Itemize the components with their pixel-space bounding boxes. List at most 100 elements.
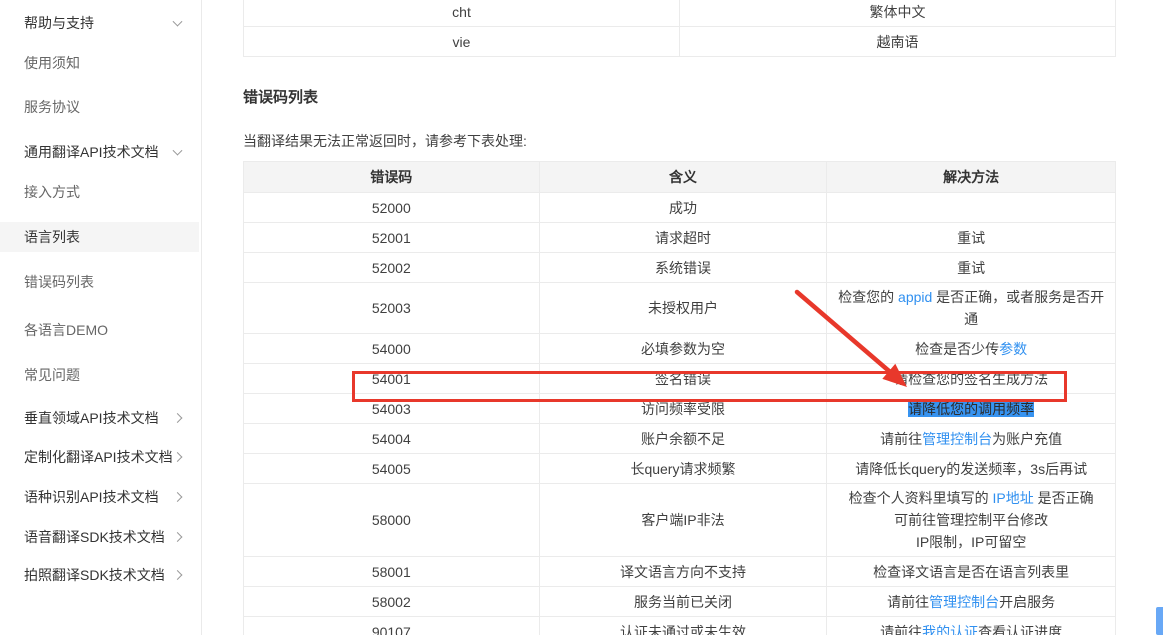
cell-meaning: 未授权用户 — [539, 283, 827, 334]
text: 请前往 — [880, 431, 922, 447]
chevron-right-icon — [173, 532, 183, 542]
error-table-header: 错误码含义解决方法 — [244, 162, 1116, 193]
text: 为账户充值 — [992, 431, 1062, 447]
sidebar: 帮助与支持使用须知服务协议通用翻译API技术文档接入方式语言列表错误码列表各语言… — [0, 0, 202, 635]
chevron-right-icon — [173, 570, 183, 580]
sidebar-item-6[interactable]: 错误码列表 — [0, 267, 199, 297]
error-table: 错误码含义解决方法 52000成功52001请求超时重试52002系统错误重试5… — [243, 161, 1116, 635]
inline-link[interactable]: 我的认证 — [922, 624, 978, 635]
sidebar-item-7[interactable]: 各语言DEMO — [0, 315, 199, 345]
text: 重试 — [957, 260, 985, 276]
table-row: 58001译文语言方向不支持检查译文语言是否在语言列表里 — [244, 557, 1116, 587]
cell-error-code: 52003 — [244, 283, 540, 334]
page: 帮助与支持使用须知服务协议通用翻译API技术文档接入方式语言列表错误码列表各语言… — [0, 0, 1163, 635]
text: 可前往管理控制平台修改 — [894, 512, 1048, 528]
table-row: 54000必填参数为空检查是否少传参数 — [244, 334, 1116, 364]
cell-meaning: 长query请求频繁 — [539, 454, 827, 484]
cell-solution: 重试 — [827, 223, 1116, 253]
cell-solution: 请前往我的认证查看认证进度 — [827, 617, 1116, 635]
sidebar-item-label: 常见问题 — [24, 367, 80, 383]
table-row: 52001请求超时 重试 — [244, 223, 1116, 253]
text: IP限制，IP可留空 — [916, 534, 1026, 550]
cell-solution: 检查个人资料里填写的 IP地址 是否正确可前往管理控制平台修改IP限制，IP可留… — [827, 484, 1116, 557]
cell: 繁体中文 — [680, 0, 1116, 27]
sidebar-item-3[interactable]: 通用翻译API技术文档 — [0, 137, 199, 167]
cell-solution: 重试 — [827, 253, 1116, 283]
cell-meaning: 账户余额不足 — [539, 424, 827, 454]
inline-link[interactable]: 管理控制台 — [929, 594, 999, 610]
text: 请降低长query的发送频率，3s后再试 — [855, 461, 1087, 477]
cell-meaning: 认证未通过或未生效 — [539, 617, 827, 635]
sidebar-item-2[interactable]: 服务协议 — [0, 92, 199, 122]
table-row-highlighted: 54003访问频率受限 请降低您的调用频率 — [244, 394, 1116, 424]
inline-link[interactable]: 管理控制台 — [922, 431, 992, 447]
sidebar-item-label: 定制化翻译API技术文档 — [24, 449, 173, 465]
text: 开启服务 — [999, 594, 1055, 610]
cell-error-code: 54003 — [244, 394, 540, 424]
cell-meaning: 请求超时 — [539, 223, 827, 253]
inline-link[interactable]: IP地址 — [993, 490, 1034, 506]
chevron-right-icon — [173, 413, 183, 423]
sidebar-item-4[interactable]: 接入方式 — [0, 177, 199, 207]
sidebar-item-11[interactable]: 语种识别API技术文档 — [0, 482, 199, 512]
section-title: 错误码列表 — [243, 86, 318, 107]
text: 是否正确 — [1034, 490, 1094, 506]
cell-error-code: 52000 — [244, 193, 540, 223]
text: 请检查您的签名生成方法 — [894, 371, 1048, 387]
sidebar-item-0[interactable]: 帮助与支持 — [0, 8, 199, 38]
cell-solution: 检查是否少传参数 — [827, 334, 1116, 364]
cell-error-code: 54000 — [244, 334, 540, 364]
text: 是否正确，或者服务是否开通 — [932, 289, 1104, 327]
cell-error-code: 54004 — [244, 424, 540, 454]
sidebar-item-label: 服务协议 — [24, 99, 80, 115]
sidebar-item-13[interactable]: 拍照翻译SDK技术文档 — [0, 560, 199, 590]
scroll-widget-button[interactable] — [1156, 607, 1163, 635]
cell-error-code: 52001 — [244, 223, 540, 253]
cell-error-code: 90107 — [244, 617, 540, 635]
table-row: vie越南语 — [244, 27, 1116, 57]
cell-meaning: 服务当前已关闭 — [539, 587, 827, 617]
cell-meaning: 签名错误 — [539, 364, 827, 394]
table-row: 58000客户端IP非法检查个人资料里填写的 IP地址 是否正确可前往管理控制平… — [244, 484, 1116, 557]
sidebar-item-label: 语种识别API技术文档 — [24, 489, 159, 505]
cell-solution: 检查您的 appid 是否正确，或者服务是否开通 — [827, 283, 1116, 334]
cell-solution: 请前往管理控制台为账户充值 — [827, 424, 1116, 454]
cell-error-code: 58000 — [244, 484, 540, 557]
cell-meaning: 成功 — [539, 193, 827, 223]
sidebar-item-label: 错误码列表 — [24, 274, 94, 290]
cell-solution: 检查译文语言是否在语言列表里 — [827, 557, 1116, 587]
table-row: 52000成功 — [244, 193, 1116, 223]
cell-solution: 请前往管理控制台开启服务 — [827, 587, 1116, 617]
chevron-down-icon — [173, 17, 183, 27]
column-header: 错误码 — [244, 162, 540, 193]
cell-meaning: 必填参数为空 — [539, 334, 827, 364]
table-row: 52003未授权用户检查您的 appid 是否正确，或者服务是否开通 — [244, 283, 1116, 334]
sidebar-item-8[interactable]: 常见问题 — [0, 360, 199, 390]
text: 重试 — [957, 230, 985, 246]
sidebar-item-12[interactable]: 语音翻译SDK技术文档 — [0, 522, 199, 552]
sidebar-item-5[interactable]: 语言列表 — [0, 222, 199, 252]
sidebar-item-10[interactable]: 定制化翻译API技术文档 — [0, 442, 199, 472]
cell-meaning: 系统错误 — [539, 253, 827, 283]
cell-meaning: 访问频率受限 — [539, 394, 827, 424]
sidebar-item-label: 语音翻译SDK技术文档 — [24, 529, 165, 545]
table-row: 54004账户余额不足请前往管理控制台为账户充值 — [244, 424, 1116, 454]
cell-solution: 请检查您的签名生成方法 — [827, 364, 1116, 394]
text: 检查是否少传 — [915, 341, 999, 357]
sidebar-item-label: 拍照翻译SDK技术文档 — [24, 567, 165, 583]
chevron-down-icon — [173, 146, 183, 156]
cell-error-code: 54001 — [244, 364, 540, 394]
cell: cht — [244, 0, 680, 27]
text: 检查您的 — [838, 289, 898, 305]
table-row: 58002服务当前已关闭请前往管理控制台开启服务 — [244, 587, 1116, 617]
sidebar-item-9[interactable]: 垂直领域API技术文档 — [0, 403, 199, 433]
inline-link[interactable]: appid — [898, 289, 932, 305]
cell: 越南语 — [680, 27, 1116, 57]
sidebar-item-1[interactable]: 使用须知 — [0, 48, 199, 78]
cell-solution: 请降低长query的发送频率，3s后再试 — [827, 454, 1116, 484]
sidebar-item-label: 接入方式 — [24, 184, 80, 200]
table-row: 52002系统错误重试 — [244, 253, 1116, 283]
text: 检查译文语言是否在语言列表里 — [873, 564, 1069, 580]
inline-link[interactable]: 参数 — [999, 341, 1027, 357]
selected-text: 请降低您的调用频率 — [908, 401, 1034, 417]
